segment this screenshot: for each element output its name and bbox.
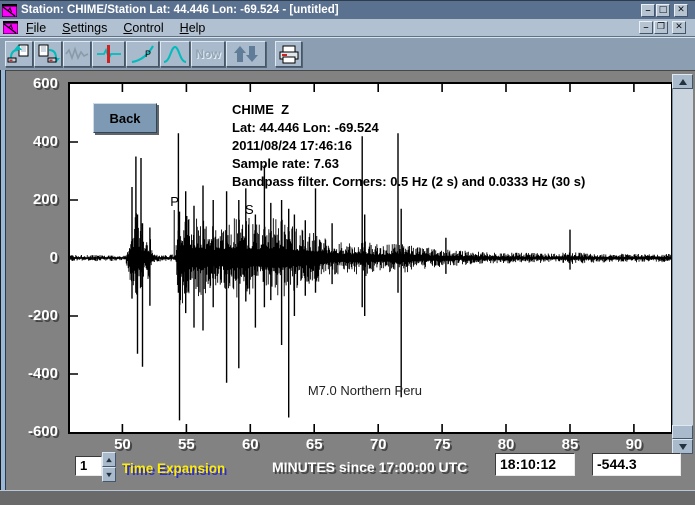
file-up-icon <box>7 44 31 64</box>
y-axis-label: 600 <box>8 75 58 92</box>
filter-button[interactable]: P <box>126 41 159 67</box>
scroll-up-down-button[interactable] <box>226 41 266 67</box>
scrollbar-down-button[interactable] <box>672 439 693 454</box>
child-close-button[interactable]: ✕ <box>672 21 686 34</box>
seismogram-trace <box>70 213 671 304</box>
file-down-icon <box>36 44 60 64</box>
clock-display: 18:10:12 <box>495 453 575 476</box>
scrollbar-thumb[interactable] <box>672 425 693 439</box>
now-label: Now <box>195 47 220 61</box>
window-title: Station: CHIME/Station Lat: 44.446 Lon: … <box>21 4 339 16</box>
scrollbar-track[interactable] <box>672 89 693 439</box>
menu-settings[interactable]: Settings <box>62 21 107 35</box>
menu-help[interactable]: Help <box>180 21 206 35</box>
time-expansion-input[interactable]: 1 <box>75 456 102 476</box>
extract-waveform-button[interactable] <box>63 41 91 67</box>
y-axis-label: -400 <box>8 365 58 382</box>
menu-control[interactable]: Control <box>123 21 163 35</box>
y-axis-label: 0 <box>8 249 58 266</box>
scroll-arrows-icon <box>233 44 259 64</box>
bell-icon <box>163 44 187 64</box>
arrow-up-icon <box>106 457 112 461</box>
waveform-icon <box>65 44 89 64</box>
pick-icon <box>96 44 122 64</box>
save-event-button[interactable] <box>34 41 62 67</box>
close-button[interactable]: ✕ <box>674 4 688 17</box>
child-minimize-button[interactable]: _ <box>639 21 653 34</box>
menubar: File Settings Control Help _ ❐ ✕ <box>0 19 695 37</box>
print-button[interactable] <box>275 41 302 67</box>
x-axis-label: 70 <box>358 436 398 453</box>
x-axis-caption: MINUTES since 17:00:00 UTC <box>272 459 467 475</box>
event-annotation: M7.0 Northern Peru <box>308 383 422 398</box>
x-axis-label: 85 <box>550 436 590 453</box>
y-axis-label: 400 <box>8 133 58 150</box>
time-expansion-down-button[interactable] <box>102 467 116 482</box>
window-bottom-edge <box>0 490 695 505</box>
maximize-button[interactable]: □ <box>656 4 670 17</box>
x-axis-label: 65 <box>294 436 334 453</box>
arrow-down-icon <box>679 444 687 450</box>
time-expansion-up-button[interactable] <box>102 452 116 467</box>
phase-label-s: S <box>245 202 254 217</box>
window-left-edge <box>0 70 6 505</box>
x-axis-label: 60 <box>230 436 270 453</box>
filter-p-icon: P <box>130 44 156 64</box>
minimize-button[interactable]: _ <box>641 4 655 17</box>
menu-file[interactable]: File <box>26 21 46 35</box>
scrollbar-up-button[interactable] <box>672 74 693 89</box>
y-axis-label: -600 <box>8 423 58 440</box>
x-axis-label: 80 <box>486 436 526 453</box>
x-axis-label: 55 <box>166 436 206 453</box>
arrow-down-icon <box>106 472 112 476</box>
child-restore-button[interactable]: ❐ <box>654 21 668 34</box>
print-icon <box>277 44 301 64</box>
event-info-text: CHIME Z Lat: 44.446 Lon: -69.524 2011/08… <box>232 101 585 191</box>
cursor-value-display: -544.3 <box>592 453 681 476</box>
document-icon[interactable] <box>3 21 18 34</box>
svg-text:P: P <box>145 49 151 59</box>
titlebar[interactable]: Station: CHIME/Station Lat: 44.446 Lon: … <box>0 0 695 19</box>
x-axis-label: 50 <box>102 436 142 453</box>
time-expansion-label: Time Expansion <box>122 461 225 476</box>
y-axis-label: 200 <box>8 191 58 208</box>
pick-arrival-button[interactable] <box>92 41 125 67</box>
app-icon <box>2 4 17 17</box>
toolbar: P Now <box>0 37 695 70</box>
x-axis-label: 90 <box>614 436 654 453</box>
y-axis-label: -200 <box>8 307 58 324</box>
open-event-button[interactable] <box>5 41 33 67</box>
app-window: Station: CHIME/Station Lat: 44.446 Lon: … <box>0 0 695 505</box>
arrow-up-icon <box>679 79 687 85</box>
phase-label-p: P <box>170 194 179 209</box>
x-axis-label: 75 <box>422 436 462 453</box>
spectrum-button[interactable] <box>160 41 190 67</box>
back-button[interactable]: Back <box>93 103 157 133</box>
now-button[interactable]: Now <box>191 41 225 67</box>
